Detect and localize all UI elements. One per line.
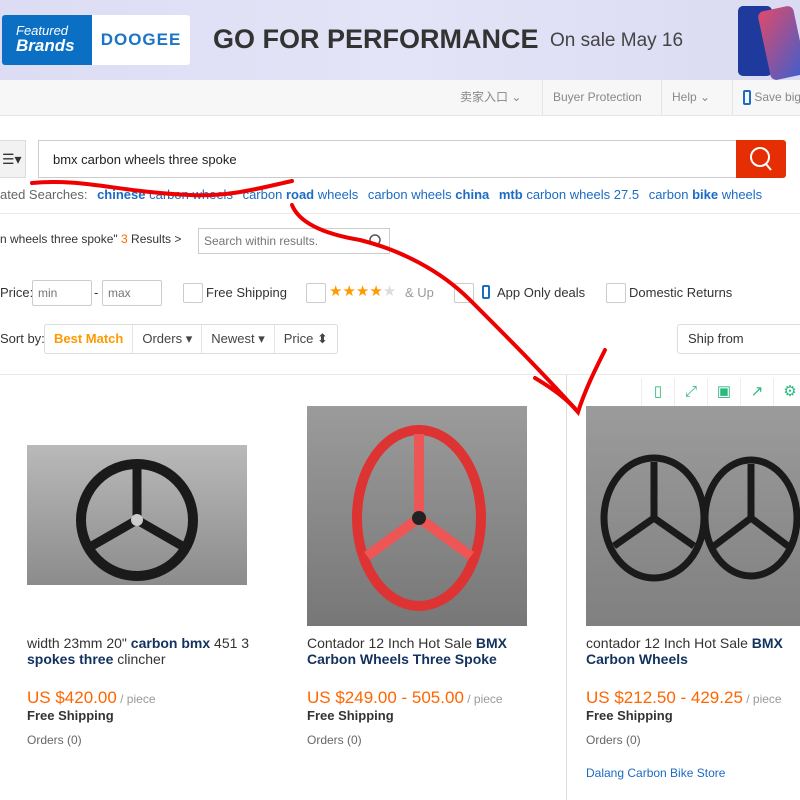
product-price: US $212.50 - 429.25 / piece [586, 688, 782, 707]
related-searches: ated Searches: chinese carbon wheels car… [0, 187, 762, 202]
free-shipping-checkbox[interactable] [183, 283, 203, 303]
buyer-protection-link[interactable]: Buyer Protection [542, 80, 652, 116]
sort-orders[interactable]: Orders ▾ [133, 325, 203, 353]
phone-icon [743, 90, 751, 106]
product-price: US $249.00 - 505.00 / piece [307, 688, 503, 707]
shipping-label: Free Shipping [307, 708, 394, 723]
gear-icon[interactable]: ⚙ [773, 378, 800, 406]
seller-label: 卖家入口 [460, 90, 509, 104]
product-title[interactable]: width 23mm 20" carbon bmx 451 3 spokes t… [27, 635, 267, 667]
related-link[interactable]: chinese carbon wheels [97, 187, 233, 202]
divider [566, 375, 567, 800]
search-icon[interactable] [368, 233, 384, 249]
doogee-logo: DOOGEE [92, 15, 190, 65]
sort-best-match[interactable]: Best Match [45, 325, 134, 353]
app-only-checkbox[interactable] [454, 283, 474, 303]
save-label: Save big [754, 90, 800, 104]
tablet-icon[interactable]: ▯ [641, 378, 674, 406]
featured-brands-badge: Featured Brands [2, 15, 92, 65]
seller-entry-link[interactable]: 卖家入口 ⌄ [450, 80, 531, 116]
price-min-input[interactable] [32, 280, 92, 306]
rating-checkbox[interactable] [306, 283, 326, 303]
store-link[interactable]: Dalang Carbon Bike Store [586, 766, 725, 780]
share-icon[interactable]: ↗ [740, 378, 773, 406]
save-icon[interactable]: ▣ [707, 378, 740, 406]
search-icon [750, 147, 772, 171]
product-title[interactable]: Contador 12 Inch Hot Sale BMX Carbon Whe… [307, 635, 547, 667]
help-link[interactable]: Help ⌄ [661, 80, 720, 116]
chevron-down-icon: ⌄ [700, 90, 711, 104]
sort-price[interactable]: Price ⬍ [275, 325, 337, 353]
product-title[interactable]: contador 12 Inch Hot Sale BMX Carbon Whe… [586, 635, 800, 667]
brands-label: Brands [16, 36, 75, 55]
price-max-input[interactable] [102, 280, 162, 306]
sort-options: Best Match Orders ▾ Newest ▾ Price ⬍ [44, 324, 338, 354]
rating-suffix: & Up [405, 285, 434, 300]
related-link[interactable]: carbon road wheels [243, 187, 359, 202]
shipping-label: Free Shipping [586, 708, 673, 723]
phone-icon [482, 285, 490, 299]
ship-from-select[interactable]: Ship from [677, 324, 800, 354]
orders-count: Orders (0) [27, 733, 82, 747]
free-shipping-label: Free Shipping [206, 285, 287, 300]
app-only-label: App Only deals [497, 285, 586, 300]
category-menu-button[interactable]: ☰▾ [0, 140, 26, 178]
divider [0, 213, 800, 214]
price-dash: - [94, 285, 99, 300]
product-toolbar: ▯ ⤢ ▣ ↗ ⚙ [641, 378, 800, 406]
shipping-label: Free Shipping [27, 708, 114, 723]
star-rating: ★★★★★ [329, 283, 397, 300]
price-label: Price: [0, 285, 34, 300]
related-link[interactable]: carbon wheels china [368, 187, 489, 202]
banner-slogan: GO FOR PERFORMANCE [213, 24, 539, 54]
save-big-link[interactable]: Save big [732, 80, 800, 116]
product-image[interactable] [307, 406, 527, 626]
help-label: Help [672, 90, 697, 104]
search-button[interactable] [736, 140, 786, 178]
caret-down-icon: ▾ [258, 331, 265, 346]
top-nav: 卖家入口 ⌄ Buyer Protection Help ⌄ Save big [0, 80, 800, 116]
related-label: ated Searches: [0, 187, 88, 202]
product-price: US $420.00 / piece [27, 688, 156, 707]
chevron-down-icon: ⌄ [511, 90, 522, 104]
sort-newest[interactable]: Newest ▾ [202, 325, 275, 353]
featured-brands-banner[interactable]: Featured Brands DOOGEE GO FOR PERFORMANCE… [0, 0, 800, 81]
sort-updown-icon: ⬍ [317, 331, 328, 346]
sort-label: Sort by: [0, 331, 45, 346]
search-within-input[interactable] [198, 228, 390, 254]
related-link[interactable]: carbon bike wheels [649, 187, 762, 202]
orders-count: Orders (0) [307, 733, 362, 747]
related-link[interactable]: mtb carbon wheels 27.5 [499, 187, 639, 202]
results-count: 3 [121, 232, 128, 246]
orders-count: Orders (0) [586, 733, 641, 747]
domestic-returns-label: Domestic Returns [629, 285, 733, 300]
banner-sale-date: On sale May 16 [550, 30, 684, 51]
caret-down-icon: ▾ [185, 331, 193, 346]
divider [0, 374, 800, 375]
search-input[interactable] [38, 140, 738, 178]
product-image[interactable] [27, 445, 247, 585]
expand-icon[interactable]: ⤢ [674, 378, 707, 406]
product-image[interactable] [586, 406, 800, 626]
results-summary: n wheels three spoke" 3 Results > [0, 232, 182, 246]
domestic-returns-checkbox[interactable] [606, 283, 626, 303]
